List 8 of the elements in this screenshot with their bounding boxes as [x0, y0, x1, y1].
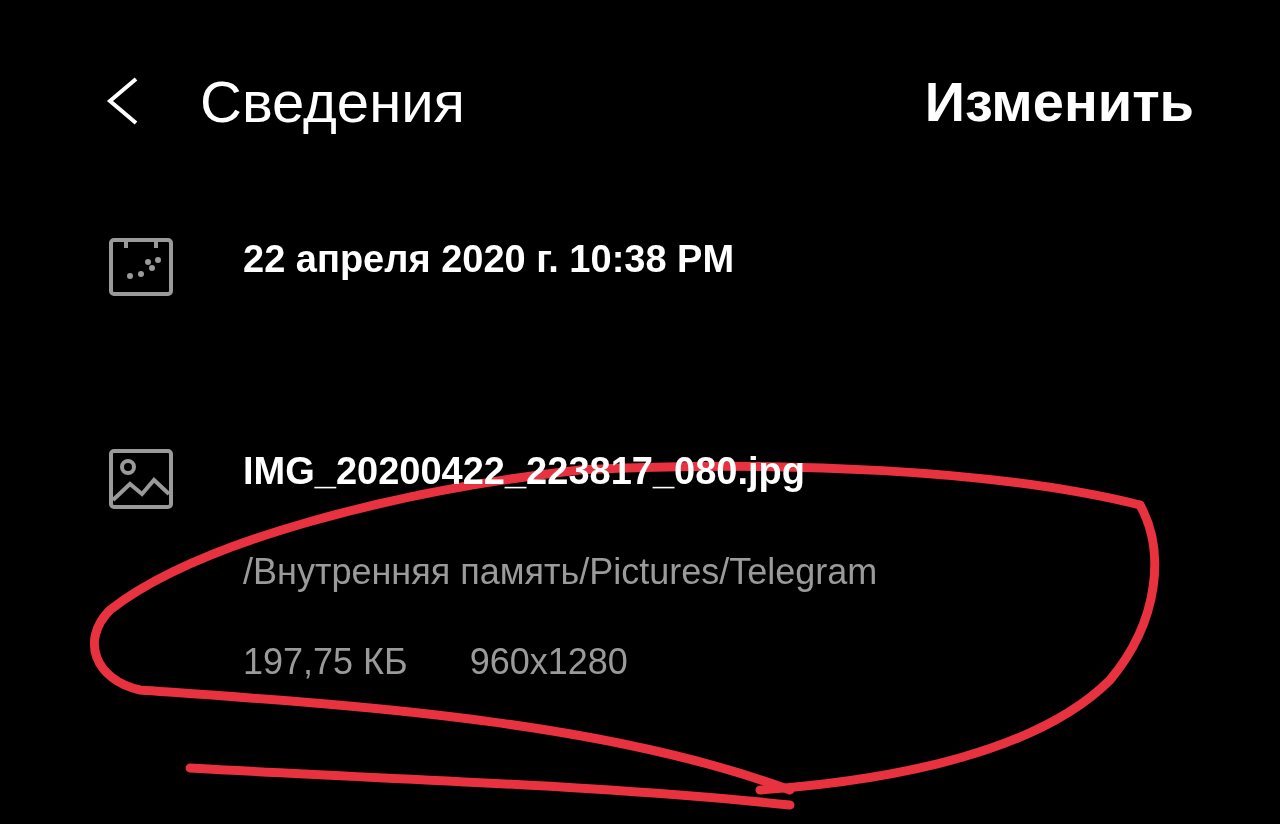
image-icon [108, 448, 174, 510]
file-size: 197,75 КБ [243, 640, 408, 684]
screen-title: Сведения [200, 67, 466, 135]
edit-button[interactable]: Изменить [924, 68, 1194, 134]
file-path: /Внутренняя память/Pictures/Telegram [243, 550, 878, 594]
image-resolution: 960x1280 [469, 640, 628, 684]
date-time: 22 апреля 2020 г. 10:38 PM [243, 237, 735, 282]
calendar-icon [108, 236, 174, 298]
